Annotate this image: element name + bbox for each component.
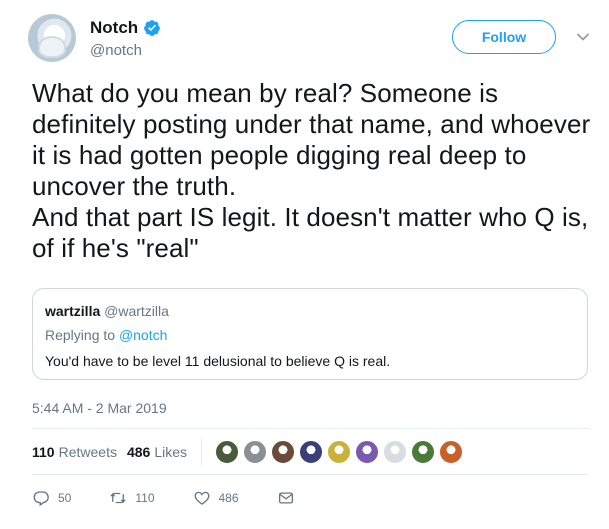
author-name-row[interactable]: Notch [90,18,161,38]
reply-action[interactable]: 50 [32,489,71,507]
retweets-count: 110 [32,444,55,460]
replying-to-mention[interactable]: @notch [119,327,167,343]
direct-message-action[interactable] [277,489,295,507]
quote-handle: @wartzilla [104,303,169,319]
quote-replying-to: Replying to @notch [45,327,167,343]
liker-avatar[interactable] [214,439,240,465]
tweet-actions: 50 110 486 [32,486,333,510]
author-display-name[interactable]: Notch [90,18,138,38]
liker-avatar[interactable] [438,439,464,465]
chevron-down-icon[interactable] [576,32,590,42]
reply-count: 50 [58,491,72,505]
reply-icon [33,491,49,507]
author-handle[interactable]: @notch [90,42,142,59]
retweets-stat[interactable]: 110 Retweets [32,444,117,460]
quoted-tweet[interactable]: wartzilla @wartzilla Replying to @notch … [32,288,588,380]
heart-icon [194,491,209,505]
envelope-icon [278,492,293,504]
liker-avatar[interactable] [270,439,296,465]
tweet-timestamp[interactable]: 5:44 AM - 2 Mar 2019 [32,400,167,416]
liker-avatar[interactable] [326,439,352,465]
liker-avatar[interactable] [382,439,408,465]
liker-avatar[interactable] [242,439,268,465]
quote-display-name: wartzilla [45,303,101,319]
like-count: 486 [218,491,239,505]
divider [32,428,588,429]
replying-prefix: Replying to [45,327,119,343]
retweet-count: 110 [135,491,155,505]
divider [32,474,588,475]
retweets-label: Retweets [58,444,117,460]
quote-text: You'd have to be level 11 delusional to … [45,353,391,369]
likes-label: Likes [154,444,187,460]
stat-separator [201,439,202,465]
avatar[interactable] [28,14,76,62]
tweet-header: Notch @notch Follow [28,12,598,68]
liker-avatar[interactable] [354,439,380,465]
tweet-text: What do you mean by real? Someone is def… [32,78,591,263]
retweet-icon [110,492,126,504]
liker-avatar[interactable] [410,439,436,465]
verified-check-icon [144,20,161,36]
follow-button[interactable]: Follow [452,20,556,54]
likes-count: 486 [126,444,151,460]
like-action[interactable]: 486 [193,489,239,507]
likes-stat[interactable]: 486 Likes [127,444,187,460]
liker-avatars [214,439,464,465]
retweet-action[interactable]: 110 [109,489,155,507]
liker-avatar[interactable] [298,439,324,465]
tweet-stats: 110 Retweets 486 Likes [32,438,464,466]
quote-author: wartzilla @wartzilla [45,303,169,319]
